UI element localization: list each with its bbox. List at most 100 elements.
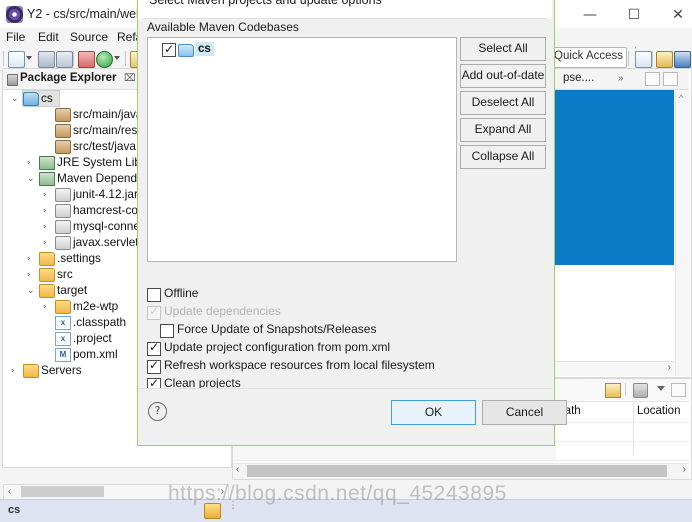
tree-twisty-icon[interactable]: ⌄ (27, 174, 35, 184)
tree-twisty-icon[interactable]: › (11, 366, 15, 376)
codebase-name: cs (195, 42, 214, 56)
scroll-left-icon[interactable]: ‹ (8, 486, 11, 497)
toolbar-overflow-handle[interactable]: ⋮ (630, 47, 641, 58)
checkmark-icon: ✓ (164, 42, 175, 56)
option-offline[interactable]: Offline (147, 286, 547, 304)
tree-twisty-icon[interactable]: ⌄ (27, 286, 35, 296)
library-icon (39, 172, 55, 186)
xml-file-icon: x (55, 316, 71, 330)
checkmark-icon: ✓ (149, 340, 160, 354)
scroll-right-icon[interactable]: › (668, 362, 671, 373)
save-icon[interactable] (38, 51, 55, 68)
package-explorer-close-icon[interactable]: ⌧ (124, 73, 136, 84)
scroll-right-icon[interactable]: › (683, 464, 686, 475)
scroll-up-icon[interactable]: ^ (679, 93, 683, 103)
checkmark-icon: ✓ (149, 304, 160, 318)
tree-twisty-icon[interactable]: › (27, 254, 31, 264)
expand-all-button[interactable]: Expand All (460, 118, 546, 142)
quick-access-label: Quick Access (554, 50, 624, 62)
eclipse-logo-icon (6, 6, 23, 23)
tab-package-explorer[interactable]: Package Explorer (20, 72, 117, 89)
explorer-horizontal-scrollbar[interactable]: ‹ › (3, 484, 229, 500)
option-label: Force Update of Snapshots/Releases (177, 322, 377, 336)
scroll-right-icon[interactable]: › (221, 486, 224, 497)
help-icon[interactable]: ? (148, 402, 167, 421)
window-maximize-button[interactable]: ☐ (612, 0, 656, 30)
cancel-button[interactable]: Cancel (482, 400, 567, 425)
option-update-project-configuration[interactable]: ✓ Update project configuration from pom.… (147, 340, 547, 358)
tree-twisty-icon[interactable]: › (43, 190, 47, 200)
tree-item-label: src (57, 267, 73, 281)
problems-horizontal-scrollbar[interactable]: ‹ › (233, 463, 689, 479)
tab-editor-file[interactable]: pse.... (563, 72, 594, 84)
build-icon[interactable] (78, 51, 95, 68)
minimize-icon: — (583, 7, 597, 23)
update-project-config-checkbox[interactable]: ✓ (147, 340, 161, 356)
package-explorer-icon (7, 74, 18, 86)
run-icon[interactable] (96, 51, 113, 68)
menu-item-file[interactable]: File (6, 30, 25, 44)
ok-button[interactable]: OK (391, 400, 476, 425)
dialog-header: Select Maven projects and update options (138, 0, 552, 19)
tree-twisty-icon[interactable]: › (27, 270, 31, 280)
collapse-all-button[interactable]: Collapse All (460, 145, 546, 169)
save-all-icon[interactable] (56, 51, 73, 68)
window-close-button[interactable]: ✕ (656, 0, 692, 30)
group-by-icon[interactable] (633, 383, 648, 398)
maven-file-icon: M (55, 348, 71, 362)
folder-icon (23, 364, 39, 378)
editor-vertical-scrollbar[interactable]: ^ (675, 90, 690, 376)
tree-twisty-icon[interactable]: › (43, 222, 47, 232)
deselect-all-button[interactable]: Deselect All (460, 91, 546, 115)
tree-twisty-icon[interactable]: ⌄ (11, 94, 19, 104)
problems-minimize-icon[interactable] (671, 383, 686, 397)
force-update-checkbox[interactable] (160, 324, 174, 338)
tree-twisty-icon[interactable]: › (43, 206, 47, 216)
editor-minimize-icon[interactable] (645, 72, 660, 86)
tree-twisty-icon[interactable]: › (43, 302, 47, 312)
editor-maximize-icon[interactable] (663, 72, 678, 86)
java-perspective-icon[interactable] (656, 51, 673, 68)
dialog-title: Select Maven projects and update options (149, 0, 382, 7)
quick-access-input[interactable]: Quick Access (550, 47, 627, 68)
option-label: Refresh workspace resources from local f… (164, 358, 435, 372)
jar-icon (55, 204, 71, 218)
project-folder-icon (178, 44, 194, 57)
option-label: Update dependencies (164, 304, 281, 318)
option-label: Update project configuration from pom.xm… (164, 340, 391, 354)
dialog-footer: ? OK Cancel (138, 388, 567, 444)
menu-item-source[interactable]: Source (70, 30, 108, 44)
option-refresh-workspace[interactable]: ✓ Refresh workspace resources from local… (147, 358, 547, 376)
new-dropdown-icon[interactable] (26, 56, 32, 60)
package-src-icon (55, 124, 71, 138)
tree-twisty-icon[interactable]: › (27, 158, 31, 168)
tree-item-label: src/main/java (73, 107, 143, 121)
status-text: cs (8, 504, 21, 516)
option-force-update-snapshots[interactable]: Force Update of Snapshots/Releases (147, 322, 547, 340)
tree-item-label: target (57, 283, 88, 297)
scroll-thumb[interactable] (247, 465, 667, 477)
add-out-of-date-button[interactable]: Add out-of-date (460, 64, 546, 88)
scroll-left-icon[interactable]: ‹ (236, 464, 239, 475)
window-minimize-button[interactable]: — (568, 0, 612, 30)
tree-item-label: src/test/java (73, 139, 136, 153)
codebase-checkbox[interactable]: ✓ (162, 42, 176, 57)
jar-icon (55, 220, 71, 234)
run-dropdown-icon[interactable] (114, 56, 120, 60)
option-update-dependencies: ✓ Update dependencies (147, 304, 547, 322)
package-src-icon (55, 108, 71, 122)
column-header-location[interactable]: Location (637, 405, 680, 417)
menu-item-edit[interactable]: Edit (38, 30, 59, 44)
javaee-perspective-icon[interactable] (674, 51, 691, 68)
tree-twisty-icon[interactable]: › (43, 238, 47, 248)
select-all-button[interactable]: Select All (460, 37, 546, 61)
tree-item-label: Servers (41, 363, 82, 377)
scroll-thumb[interactable] (21, 486, 104, 497)
filters-icon[interactable] (605, 383, 621, 398)
refresh-workspace-checkbox[interactable]: ✓ (147, 358, 161, 374)
codebase-list[interactable]: ✓ cs (147, 37, 457, 262)
offline-checkbox[interactable] (147, 288, 161, 302)
view-menu-icon[interactable] (657, 386, 665, 391)
new-file-icon[interactable] (8, 51, 25, 68)
editor-tab-overflow-icon[interactable]: » (618, 73, 624, 84)
